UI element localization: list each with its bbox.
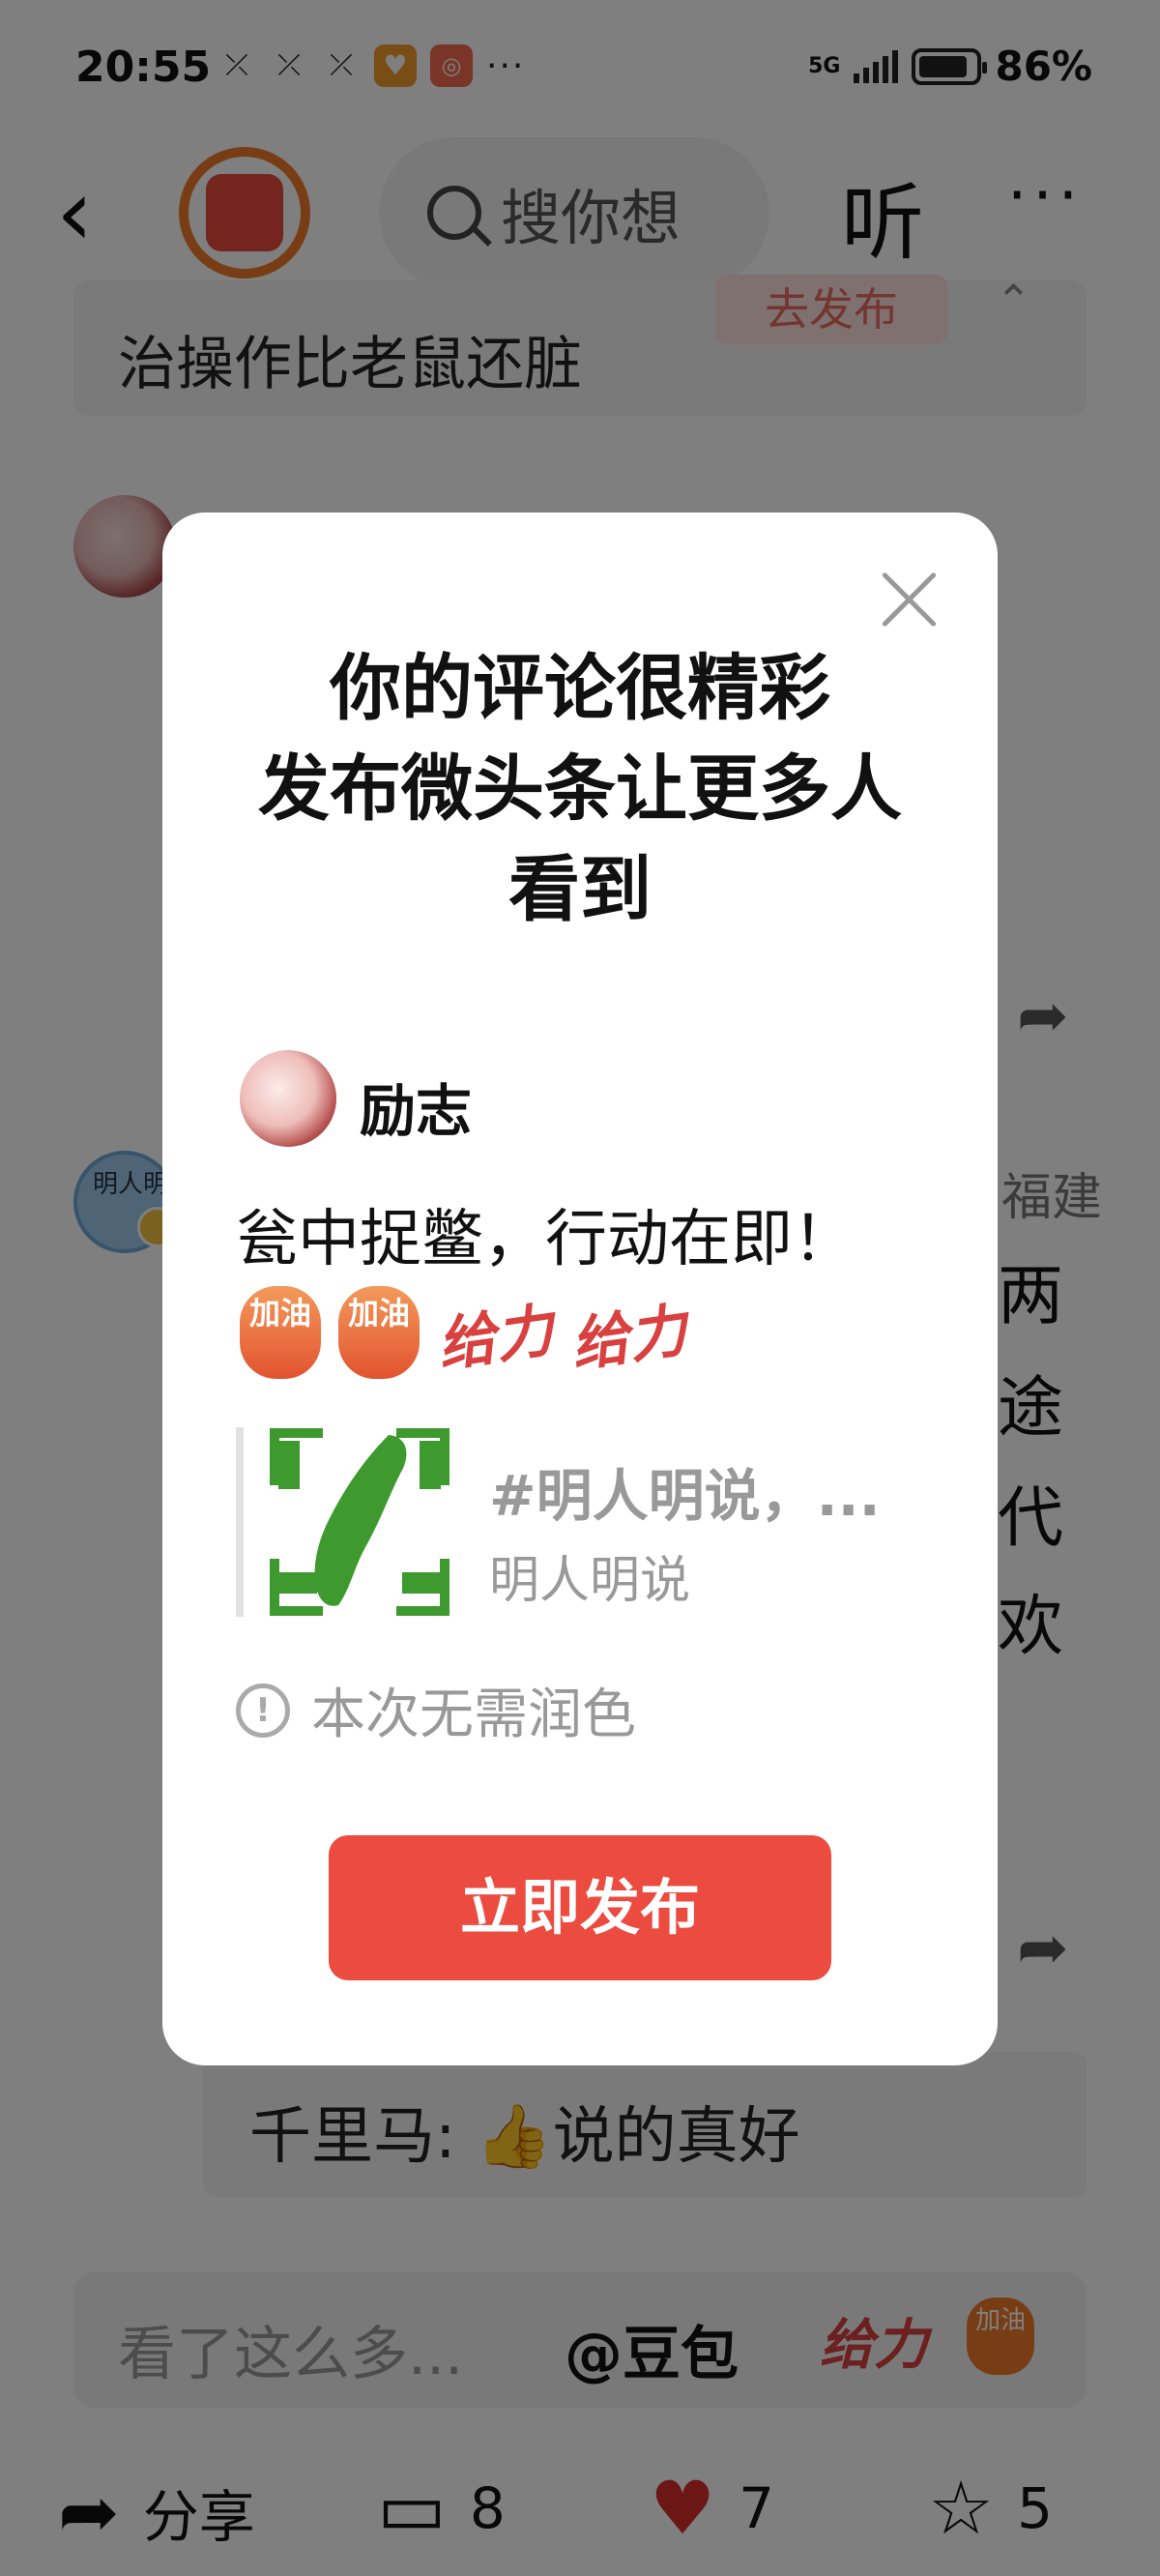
article-title: #明人明说，... [489,1463,881,1529]
sticker-geili: 给力 [566,1296,692,1380]
publish-now-button[interactable]: 立即发布 [329,1835,831,1980]
dialog-title-line: 看到 [508,848,652,931]
taiwan-map-icon [270,1428,450,1616]
info-icon: ! [236,1683,290,1738]
sticker-row: 加油 加油 给力 给力 [240,1286,691,1379]
linked-article[interactable]: #明人明说，... 明人明说 [236,1427,881,1617]
article-source: 明人明说 [489,1552,691,1610]
sticker-jiayou: 加油 [338,1286,420,1379]
comment-content: 瓮中捉鳖，行动在即！ [236,1204,855,1275]
dialog-title-line: 你的评论很精彩 [330,647,830,730]
username: 励志 [360,1078,473,1144]
publish-dialog: 你的评论很精彩 发布微头条让更多人 看到 励志 瓮中捉鳖，行动在即！ 加油 加油… [162,512,998,2065]
hint-text: 本次无需润色 [311,1683,636,1746]
article-thumbnail [265,1427,454,1617]
user-avatar [240,1050,336,1147]
close-icon[interactable] [878,569,940,630]
dialog-title: 你的评论很精彩 发布微头条让更多人 看到 [162,638,998,940]
sticker-jiayou: 加油 [240,1286,321,1379]
quote-bar [236,1427,244,1617]
sticker-geili: 给力 [433,1296,559,1380]
polish-hint: ! 本次无需润色 [236,1671,636,1749]
dialog-title-line: 发布微头条让更多人 [258,747,902,831]
